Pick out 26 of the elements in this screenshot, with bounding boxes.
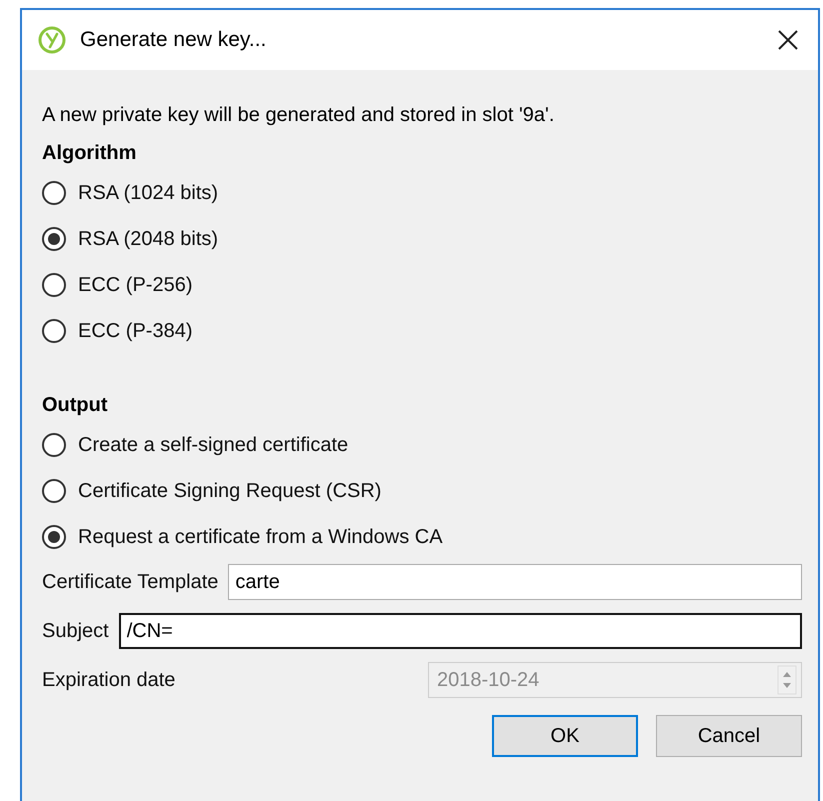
field-label: Subject [42,619,109,644]
dialog-button[interactable]: OK [492,715,638,757]
text-field[interactable]: carte [228,564,802,600]
radio-label: ECC (P-256) [78,273,192,298]
radio-button[interactable] [42,433,66,457]
radio-button[interactable] [42,181,66,205]
radio-label: Request a certificate from a Windows CA [78,525,443,550]
radio-button[interactable] [42,525,66,549]
radio-label: ECC (P-384) [78,319,192,344]
section-heading: Algorithm [42,141,138,166]
radio-label: RSA (2048 bits) [78,227,218,252]
text-field[interactable]: /CN= [118,613,802,649]
radio-label: Create a self-signed certificate [78,433,348,458]
radio-button[interactable] [42,227,66,251]
radio-label: Certificate Signing Request (CSR) [78,479,382,504]
radio-button[interactable] [42,273,66,297]
app-logo-icon [38,26,66,54]
dialog-button[interactable]: Cancel [656,715,802,757]
window-title: Generate new key... [80,27,266,54]
section-heading: Output [42,393,109,418]
radio-label: RSA (1024 bits) [78,181,218,206]
description-text: A new private key will be generated and stored in slot '9a'. [42,103,556,126]
radio-button[interactable] [42,479,66,503]
field-label: Expiration date [42,668,176,693]
field-label: Certificate Template [42,570,218,595]
radio-button[interactable] [42,319,66,343]
